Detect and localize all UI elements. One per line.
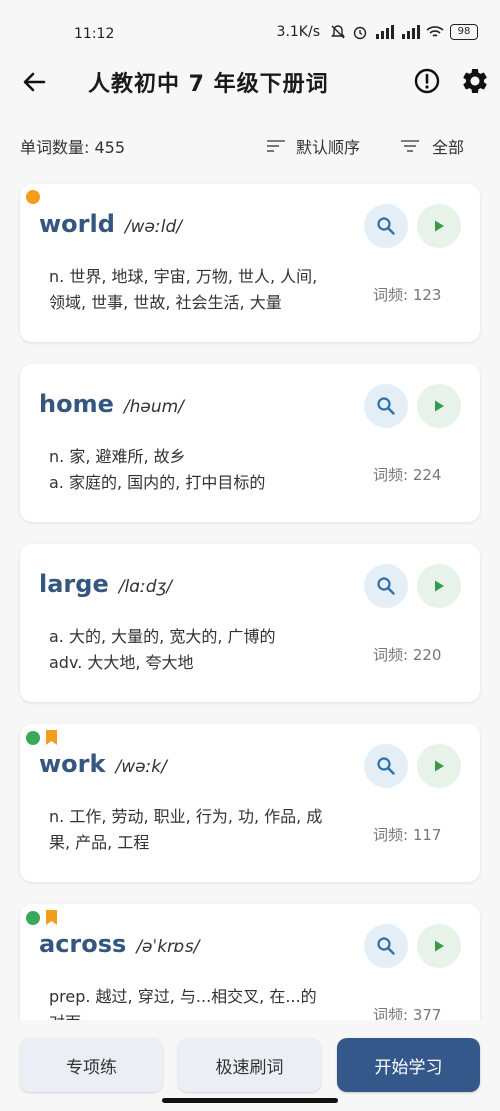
word-text: across: [39, 930, 127, 958]
meaning-line: n. 工作, 劳动, 职业, 行为, 功, 作品, 成: [49, 807, 323, 826]
word-text: world: [39, 210, 115, 238]
word-text: large: [39, 570, 109, 598]
frequency: 词频: 123: [373, 286, 442, 304]
fast-review-button[interactable]: 极速刷词: [178, 1038, 321, 1092]
card-marks: [26, 730, 57, 745]
search-icon: [377, 397, 395, 415]
phonetic: /lɑːdʒ/: [118, 577, 173, 597]
meaning-line: n. 家, 避难所, 故乡: [49, 447, 186, 466]
start-learning-button[interactable]: 开始学习: [337, 1038, 480, 1092]
phonetic: /wəːk/: [115, 757, 167, 777]
play-icon: [435, 580, 444, 592]
search-button[interactable]: [364, 384, 408, 428]
meaning: prep. 越过, 穿过, 与...相交叉, 在...的对面: [49, 984, 349, 1020]
meaning-line: adv. 大大地, 夸大地: [49, 653, 194, 672]
meaning-line: prep. 越过, 穿过, 与...相交叉, 在...的: [49, 987, 317, 1006]
word-headword: home/həum/: [39, 390, 184, 418]
phonetic: /əˈkrɒs/: [136, 937, 200, 957]
search-icon: [377, 937, 395, 955]
phonetic: /wəːld/: [124, 217, 182, 237]
play-icon: [435, 400, 444, 412]
word-card[interactable]: across/əˈkrɒs/ prep. 越过, 穿过, 与...相交叉, 在.…: [20, 904, 480, 1020]
frequency: 词频: 117: [373, 826, 442, 844]
word-text: work: [39, 750, 106, 778]
status-dot: [26, 730, 40, 745]
play-button[interactable]: [417, 744, 461, 788]
special-practice-button[interactable]: 专项练: [20, 1038, 163, 1092]
frequency: 词频: 220: [373, 646, 442, 664]
word-text: home: [39, 390, 114, 418]
phonetic: /həum/: [123, 397, 184, 417]
play-button[interactable]: [417, 564, 461, 608]
word-card[interactable]: home/həum/ n. 家, 避难所, 故乡 a. 家庭的, 国内的, 打中目…: [20, 364, 480, 522]
bookmark-icon: [46, 730, 57, 745]
status-dot: [26, 190, 40, 204]
meaning-line: n. 世界, 地球, 宇宙, 万物, 世人, 人间,: [49, 267, 318, 286]
search-button[interactable]: [364, 564, 408, 608]
play-icon: [435, 940, 444, 952]
search-button[interactable]: [364, 924, 408, 968]
meaning-line: 果, 产品, 工程: [49, 833, 150, 852]
word-headword: across/əˈkrɒs/: [39, 930, 199, 958]
word-headword: work/wəːk/: [39, 750, 167, 778]
word-card[interactable]: work/wəːk/ n. 工作, 劳动, 职业, 行为, 功, 作品, 成果,…: [20, 724, 480, 882]
word-card[interactable]: large/lɑːdʒ/ a. 大的, 大量的, 宽大的, 广博的 adv. 大大…: [20, 544, 480, 702]
meaning-line: a. 大的, 大量的, 宽大的, 广博的: [49, 627, 276, 646]
play-button[interactable]: [417, 924, 461, 968]
word-list[interactable]: world/wəːld/ n. 世界, 地球, 宇宙, 万物, 世人, 人间, 领…: [0, 0, 500, 1020]
play-button[interactable]: [417, 384, 461, 428]
search-button[interactable]: [364, 204, 408, 248]
meaning-line: 领域, 世事, 世故, 社会生活, 大量: [49, 293, 282, 312]
meaning: n. 世界, 地球, 宇宙, 万物, 世人, 人间, 领域, 世事, 世故, 社会…: [49, 264, 349, 316]
card-marks: [26, 190, 40, 204]
bookmark-icon: [46, 910, 57, 925]
word-card[interactable]: world/wəːld/ n. 世界, 地球, 宇宙, 万物, 世人, 人间, 领…: [20, 184, 480, 342]
meaning: a. 大的, 大量的, 宽大的, 广博的 adv. 大大地, 夸大地: [49, 624, 349, 676]
play-icon: [435, 760, 444, 772]
home-indicator[interactable]: [162, 1098, 338, 1103]
search-button[interactable]: [364, 744, 408, 788]
search-icon: [377, 217, 395, 235]
play-button[interactable]: [417, 204, 461, 248]
meaning-line: a. 家庭的, 国内的, 打中目标的: [49, 473, 266, 492]
meaning-line: 对面: [49, 1010, 349, 1020]
search-icon: [377, 577, 395, 595]
word-headword: world/wəːld/: [39, 210, 182, 238]
card-marks: [26, 910, 57, 925]
meaning: n. 工作, 劳动, 职业, 行为, 功, 作品, 成果, 产品, 工程: [49, 804, 349, 856]
frequency: 词频: 377: [373, 1006, 442, 1020]
meaning: n. 家, 避难所, 故乡 a. 家庭的, 国内的, 打中目标的: [49, 444, 349, 496]
status-dot: [26, 910, 40, 925]
play-icon: [435, 220, 444, 232]
frequency: 词频: 224: [373, 466, 442, 484]
search-icon: [377, 757, 395, 775]
word-headword: large/lɑːdʒ/: [39, 570, 172, 598]
